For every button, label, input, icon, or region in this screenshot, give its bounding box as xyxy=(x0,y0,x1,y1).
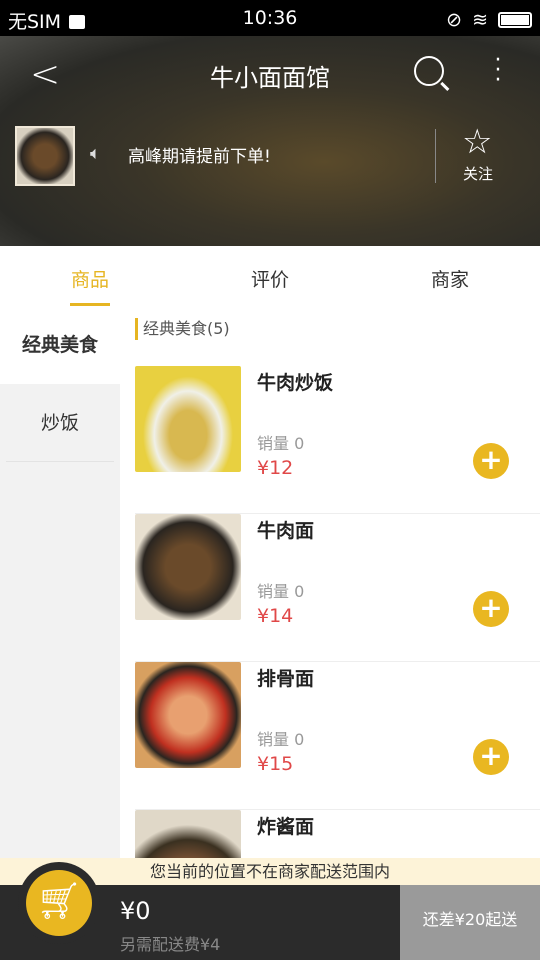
product-price: ¥14 xyxy=(257,605,294,627)
cart-button[interactable]: 🛒︎ xyxy=(18,862,100,944)
list-item[interactable]: 炸酱面 xyxy=(135,810,540,858)
product-list: 经典美食(5) 牛肉炒饭 销量 0 ¥12 + 牛肉面 销量 0 ¥14 + 排… xyxy=(120,306,540,858)
shop-logo xyxy=(15,126,75,186)
cart-total: ¥0 xyxy=(120,897,151,925)
cart-icon: 🛒︎ xyxy=(26,870,92,936)
list-item[interactable]: 牛肉炒饭 销量 0 ¥12 + xyxy=(135,366,540,514)
delivery-fee: 另需配送费¥4 xyxy=(120,935,221,954)
product-sales: 销量 0 xyxy=(257,434,305,453)
battery-icon xyxy=(498,12,532,28)
sidebar-item-fried-rice[interactable]: 炒饭 xyxy=(6,384,114,462)
product-name: 牛肉面 xyxy=(257,520,315,542)
list-item[interactable]: 排骨面 销量 0 ¥15 + xyxy=(135,662,540,810)
speaker-icon: 🔈︎ xyxy=(90,143,101,164)
add-button[interactable]: + xyxy=(473,443,509,479)
section-header: 经典美食(5) xyxy=(135,318,230,340)
follow-button[interactable]: 关注 xyxy=(463,163,493,184)
status-bar: 无SIM 10:36 ⊘ ≋ xyxy=(0,0,540,36)
notice-text: 高峰期请提前下单! xyxy=(128,147,271,167)
add-button[interactable]: + xyxy=(473,591,509,627)
wifi-icon: ≋ xyxy=(472,9,488,31)
tab-products[interactable]: 商品 xyxy=(0,246,180,306)
list-item[interactable]: 牛肉面 销量 0 ¥14 + xyxy=(135,514,540,662)
divider xyxy=(435,129,436,183)
product-price: ¥12 xyxy=(257,457,294,479)
search-icon[interactable] xyxy=(414,56,444,86)
status-icons: ⊘ ≋ xyxy=(446,9,532,31)
sidebar-item-classic[interactable]: 经典美食 xyxy=(0,306,120,384)
star-icon[interactable]: ☆ xyxy=(462,124,492,160)
product-name: 牛肉炒饭 xyxy=(257,372,334,394)
page-title: 牛小面面馆 xyxy=(210,64,330,92)
product-image xyxy=(135,662,241,768)
product-image xyxy=(135,514,241,620)
product-price: ¥15 xyxy=(257,753,294,775)
tab-merchant[interactable]: 商家 xyxy=(360,246,540,306)
product-image xyxy=(135,366,241,472)
shop-header: < 牛小面面馆 · · · 🔈︎ 高峰期请提前下单! ☆ 关注 xyxy=(0,36,540,246)
tab-reviews[interactable]: 评价 xyxy=(180,246,360,306)
product-sales: 销量 0 xyxy=(257,582,305,601)
more-icon[interactable]: · · · xyxy=(492,50,504,92)
category-sidebar: 经典美食 炒饭 xyxy=(0,306,120,858)
product-name: 炸酱面 xyxy=(257,816,315,838)
tab-bar: 商品 评价 商家 xyxy=(0,246,540,306)
checkout-button[interactable]: 还差¥20起送 xyxy=(400,885,540,960)
mute-icon: ⊘ xyxy=(446,9,463,31)
product-image xyxy=(135,810,241,858)
product-sales: 销量 0 xyxy=(257,730,305,749)
product-name: 排骨面 xyxy=(257,668,315,690)
add-button[interactable]: + xyxy=(473,739,509,775)
